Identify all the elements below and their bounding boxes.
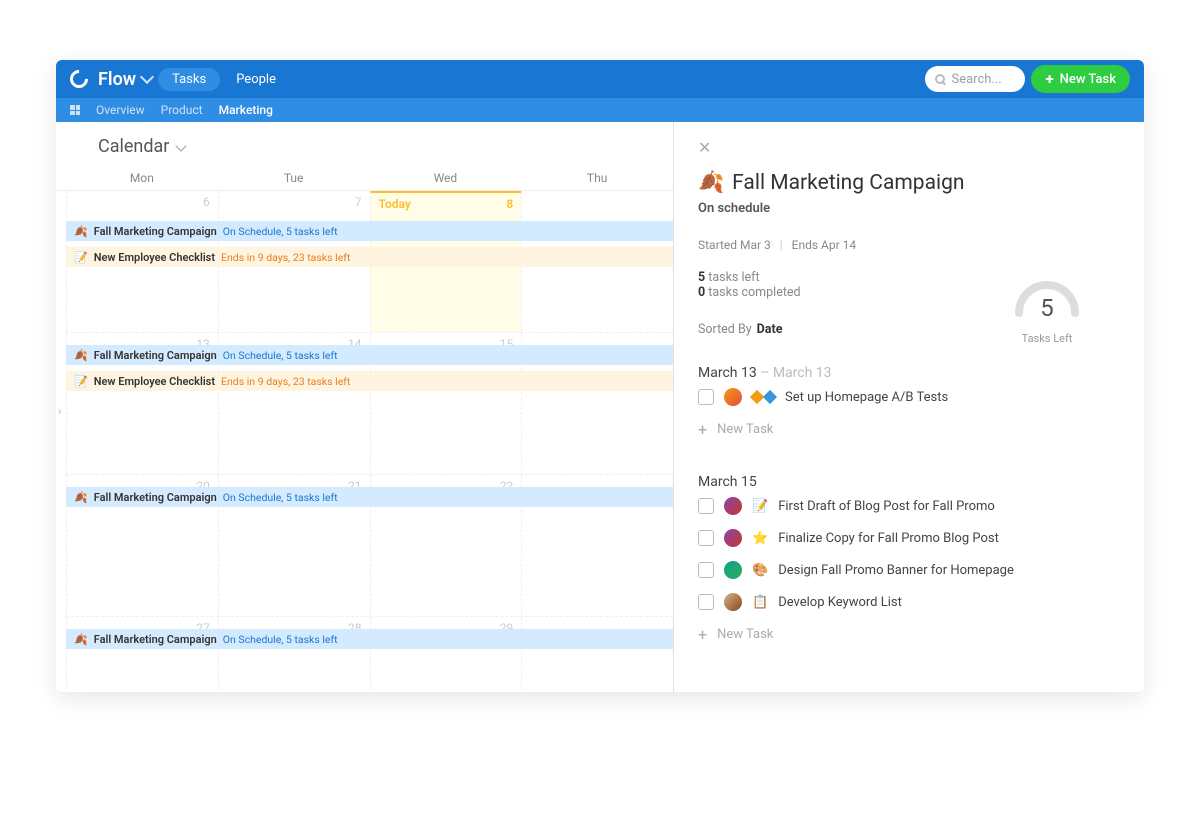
tag-icon xyxy=(763,390,777,404)
day-header: Wed xyxy=(370,171,522,185)
expand-arrow-icon[interactable]: › xyxy=(58,404,62,418)
task-title: Set up Homepage A/B Tests xyxy=(785,390,948,405)
project-bar[interactable]: 🍂 Fall Marketing Campaign On Schedule, 5 t… xyxy=(66,345,673,365)
crumb-marketing[interactable]: Marketing xyxy=(219,103,273,117)
task-checkbox[interactable] xyxy=(698,594,714,610)
project-title: 🍂 Fall Marketing Campaign xyxy=(698,171,1120,195)
task-checkbox[interactable] xyxy=(698,530,714,546)
project-emoji-icon: 🍂 xyxy=(698,171,724,195)
today-label: Today xyxy=(379,197,411,211)
project-bar[interactable]: 📝 New Employee Checklist Ends in 9 days, 2… xyxy=(66,247,673,267)
date-number: 8 xyxy=(506,197,513,211)
bar-title: Fall Marketing Campaign xyxy=(94,633,217,646)
avatar xyxy=(724,561,742,579)
logo-icon xyxy=(66,66,91,91)
nav-people[interactable]: People xyxy=(226,68,286,91)
bar-meta: On Schedule, 5 tasks left xyxy=(223,225,338,238)
avatar xyxy=(724,593,742,611)
task-title: First Draft of Blog Post for Fall Promo xyxy=(778,499,995,514)
task-group-header: March 15 xyxy=(698,474,1120,490)
bar-title: Fall Marketing Campaign xyxy=(94,349,217,362)
add-task-button[interactable]: +New Task xyxy=(698,413,1120,446)
bar-emoji-icon: 🍂 xyxy=(74,225,88,238)
task-emoji-icon: ⭐ xyxy=(752,531,768,546)
project-bar[interactable]: 🍂 Fall Marketing Campaign On Schedule, 5 t… xyxy=(66,487,673,507)
bar-title: New Employee Checklist xyxy=(94,375,215,388)
chevron-down-icon xyxy=(140,70,154,84)
task-title: Design Fall Promo Banner for Homepage xyxy=(778,563,1014,578)
date-number: 6 xyxy=(203,195,210,209)
detail-pane: ✕ 🍂 Fall Marketing Campaign On schedule … xyxy=(674,122,1144,692)
task-title: Finalize Copy for Fall Promo Blog Post xyxy=(778,531,999,546)
day-header: Tue xyxy=(218,171,370,185)
bar-meta: On Schedule, 5 tasks left xyxy=(223,349,338,362)
day-headers: MonTueWedThu xyxy=(56,165,673,191)
avatar xyxy=(724,497,742,515)
task-checkbox[interactable] xyxy=(698,389,714,405)
bar-emoji-icon: 🍂 xyxy=(74,349,88,362)
crumb-overview[interactable]: Overview xyxy=(96,103,145,117)
calendar-pane: Calendar MonTueWedThu 6 7 Today 8 🍂 Fall Mark… xyxy=(56,122,674,692)
task-checkbox[interactable] xyxy=(698,562,714,578)
top-bar: Flow Tasks People Search... + New Task xyxy=(56,60,1144,98)
project-bar[interactable]: 🍂 Fall Marketing Campaign On Schedule, 5 t… xyxy=(66,221,673,241)
bar-title: Fall Marketing Campaign xyxy=(94,491,217,504)
plus-icon: + xyxy=(698,420,707,439)
avatar xyxy=(724,388,742,406)
chevron-down-icon xyxy=(176,140,187,151)
date-number: 7 xyxy=(355,195,362,209)
day-header: Thu xyxy=(521,171,673,185)
bar-emoji-icon: 📝 xyxy=(74,251,88,264)
bar-meta: Ends in 9 days, 23 tasks left xyxy=(221,251,350,264)
task-row[interactable]: Set up Homepage A/B Tests xyxy=(698,381,1120,413)
calendar-view-selector[interactable]: Calendar xyxy=(56,122,673,165)
project-status: On schedule xyxy=(698,201,1120,216)
plus-icon: + xyxy=(1045,70,1053,88)
plus-icon: + xyxy=(698,625,707,644)
project-bar[interactable]: 🍂 Fall Marketing Campaign On Schedule, 5 t… xyxy=(66,629,673,649)
bar-emoji-icon: 📝 xyxy=(74,375,88,388)
search-icon xyxy=(935,74,945,84)
calendar-grid: 6 7 Today 8 🍂 Fall Marketing Campaign On Sched… xyxy=(56,191,673,692)
task-emoji-icon: 📋 xyxy=(752,595,768,610)
task-row[interactable]: 📝 First Draft of Blog Post for Fall Promo xyxy=(698,490,1120,522)
close-icon[interactable]: ✕ xyxy=(698,138,711,157)
project-dates: Started Mar 3 | Ends Apr 14 xyxy=(698,238,1120,252)
task-title: Develop Keyword List xyxy=(778,595,902,610)
crumb-product[interactable]: Product xyxy=(161,103,203,117)
breadcrumb-bar: Overview Product Marketing xyxy=(56,98,1144,122)
task-row[interactable]: 🎨 Design Fall Promo Banner for Homepage xyxy=(698,554,1120,586)
bar-title: Fall Marketing Campaign xyxy=(94,225,217,238)
add-task-button[interactable]: +New Task xyxy=(698,618,1120,651)
project-bar[interactable]: 📝 New Employee Checklist Ends in 9 days, 2… xyxy=(66,371,673,391)
bar-title: New Employee Checklist xyxy=(94,251,215,264)
task-row[interactable]: ⭐ Finalize Copy for Fall Promo Blog Post xyxy=(698,522,1120,554)
task-emoji-icon: 🎨 xyxy=(752,563,768,578)
task-emoji-icon: 📝 xyxy=(752,499,768,514)
brand[interactable]: Flow xyxy=(98,69,152,90)
nav-tasks[interactable]: Tasks xyxy=(158,68,220,91)
bar-meta: On Schedule, 5 tasks left xyxy=(223,633,338,646)
search-input[interactable]: Search... xyxy=(925,66,1025,92)
bar-emoji-icon: 🍂 xyxy=(74,633,88,646)
task-checkbox[interactable] xyxy=(698,498,714,514)
day-header: Mon xyxy=(66,171,218,185)
bar-emoji-icon: 🍂 xyxy=(74,491,88,504)
tasks-left-gauge: 5 Tasks Left xyxy=(1012,278,1082,345)
task-row[interactable]: 📋 Develop Keyword List xyxy=(698,586,1120,618)
bar-meta: On Schedule, 5 tasks left xyxy=(223,491,338,504)
avatar xyxy=(724,529,742,547)
new-task-button[interactable]: + New Task xyxy=(1031,65,1130,93)
grid-icon[interactable] xyxy=(70,105,80,115)
bar-meta: Ends in 9 days, 23 tasks left xyxy=(221,375,350,388)
task-group-header: March 13 – March 13 xyxy=(698,365,1120,381)
